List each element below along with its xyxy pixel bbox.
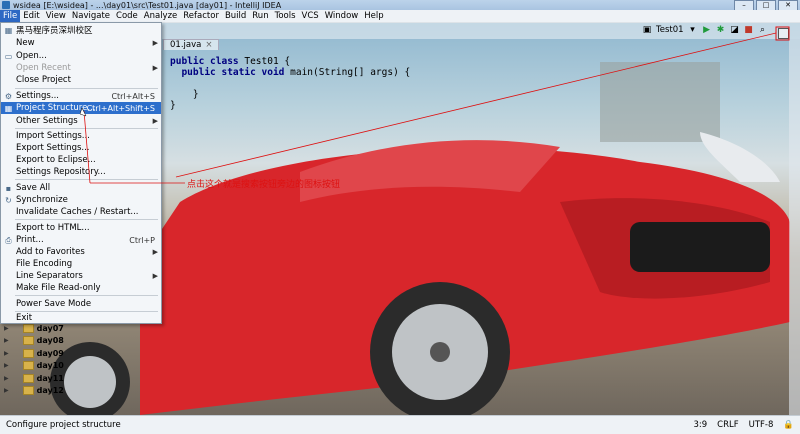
status-message: Configure project structure: [6, 420, 121, 430]
status-bar: Configure project structure 3:9 CRLF UTF…: [0, 415, 800, 434]
status-right: 3:9 CRLF UTF-8 🔒: [693, 420, 794, 430]
cursor-position[interactable]: 3:9: [693, 420, 707, 430]
annotation-overlay: [79, 26, 790, 184]
line-separator[interactable]: CRLF: [717, 420, 738, 430]
annotation-line: [175, 32, 777, 178]
mouse-cursor-icon: [79, 107, 87, 117]
annotation-highlight-box: [775, 26, 790, 41]
file-encoding[interactable]: UTF-8: [749, 420, 774, 430]
lock-icon[interactable]: 🔒: [783, 420, 794, 430]
annotation-line: [83, 110, 91, 184]
